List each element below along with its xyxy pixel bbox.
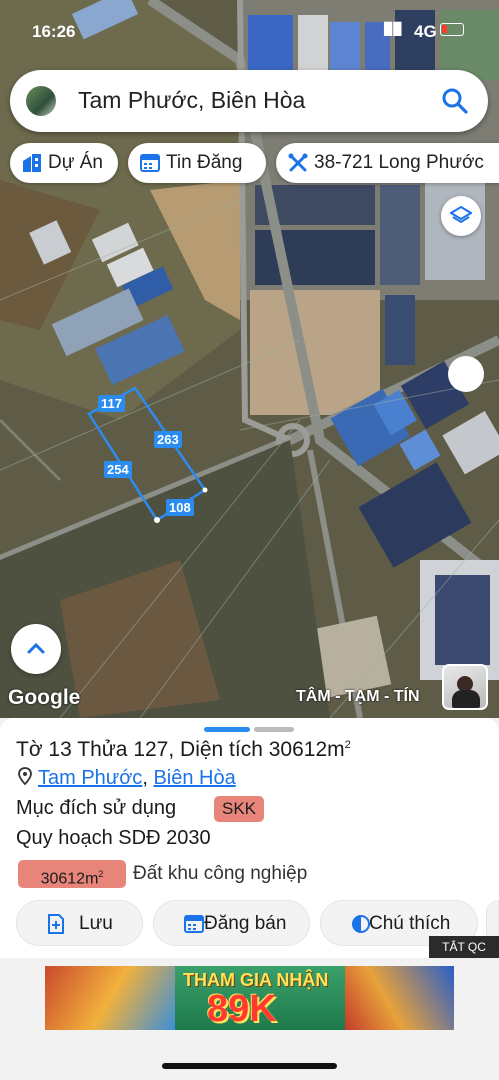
chip-tin-dang[interactable]: Tin Đăng	[128, 143, 266, 183]
brand-avatar[interactable]	[442, 664, 488, 710]
ad-banner[interactable]: THAM GIA NHẬN 89K	[45, 966, 454, 1030]
plot-edge-label-left: 254	[104, 461, 132, 478]
chip-du-an[interactable]: Dự Án	[10, 143, 118, 183]
search-bar[interactable]: Tam Phước, Biên Hòa	[10, 70, 488, 132]
save-label: Lưu	[79, 913, 113, 934]
search-icon[interactable]	[440, 86, 470, 116]
brand-watermark: TÂM - TẠM - TÍN	[296, 688, 420, 705]
contrast-icon	[352, 915, 370, 933]
save-add-icon	[48, 914, 64, 934]
ad-amount: 89K	[207, 988, 277, 1030]
purpose-code-badge: SKK	[214, 796, 265, 822]
city-link[interactable]: Biên Hòa	[153, 767, 235, 789]
planning-label: Quy hoạch SDĐ 2030	[16, 827, 211, 849]
parcel-location: Tam Phước, Biên Hòa	[18, 767, 236, 790]
clock: 16:26	[32, 22, 76, 41]
home-indicator[interactable]	[162, 1063, 337, 1069]
location-title[interactable]: Tam Phước, Biên Hòa	[78, 87, 305, 114]
planning-land-use: Đất khu công nghiệp	[133, 863, 308, 884]
calendar-icon	[184, 915, 204, 933]
tools-icon	[288, 153, 308, 172]
battery-icon	[440, 23, 464, 36]
parcel-title: Tờ 13 Thửa 127, Diện tích 30612m2	[16, 738, 351, 761]
network-type: 4G	[414, 22, 437, 41]
planning-area-badge: 30612m2	[18, 860, 126, 888]
chip-label: Tin Đăng	[166, 152, 243, 173]
purpose-label: Mục đích sử dụng	[16, 797, 177, 819]
calendar-icon	[140, 154, 160, 172]
google-logo: Google	[8, 686, 81, 709]
layers-icon	[450, 205, 472, 224]
plot-edge-label-bottom: 108	[166, 499, 194, 516]
building-icon	[23, 154, 41, 172]
ward-link[interactable]: Tam Phước	[38, 767, 142, 789]
layers-button[interactable]	[441, 196, 481, 236]
chevron-up-icon	[27, 642, 45, 654]
plot-edge-label-right: 263	[154, 431, 182, 448]
map-view[interactable]: 117 263 254 108 16:26 ▉▉ 4G Tam Phước, B…	[0, 0, 499, 718]
status-bar: 16:26 ▉▉ 4G	[0, 0, 499, 60]
page-indicator	[204, 727, 294, 732]
post-sale-label: Đăng bán	[204, 913, 287, 934]
hide-ad-button[interactable]: TẮT QC	[429, 936, 499, 958]
location-button[interactable]	[448, 356, 484, 392]
plot-edge-label-top: 117	[98, 395, 125, 412]
chip-label: 38-721 Long Phước	[314, 152, 484, 173]
ad-art-left	[45, 966, 175, 1030]
location-pin-icon	[18, 767, 32, 786]
ad-art-right	[345, 966, 454, 1030]
chip-plot-code[interactable]: 38-721 Long Phước	[276, 143, 499, 183]
expand-up-button[interactable]	[11, 624, 61, 674]
legend-label: Chú thích	[369, 913, 451, 934]
avatar-icon[interactable]	[26, 86, 56, 116]
save-button[interactable]: Lưu	[16, 900, 143, 946]
signal-icon: ▉▉	[384, 22, 403, 36]
chip-label: Dự Án	[48, 152, 103, 173]
post-sale-button[interactable]: Đăng bán	[153, 900, 310, 946]
